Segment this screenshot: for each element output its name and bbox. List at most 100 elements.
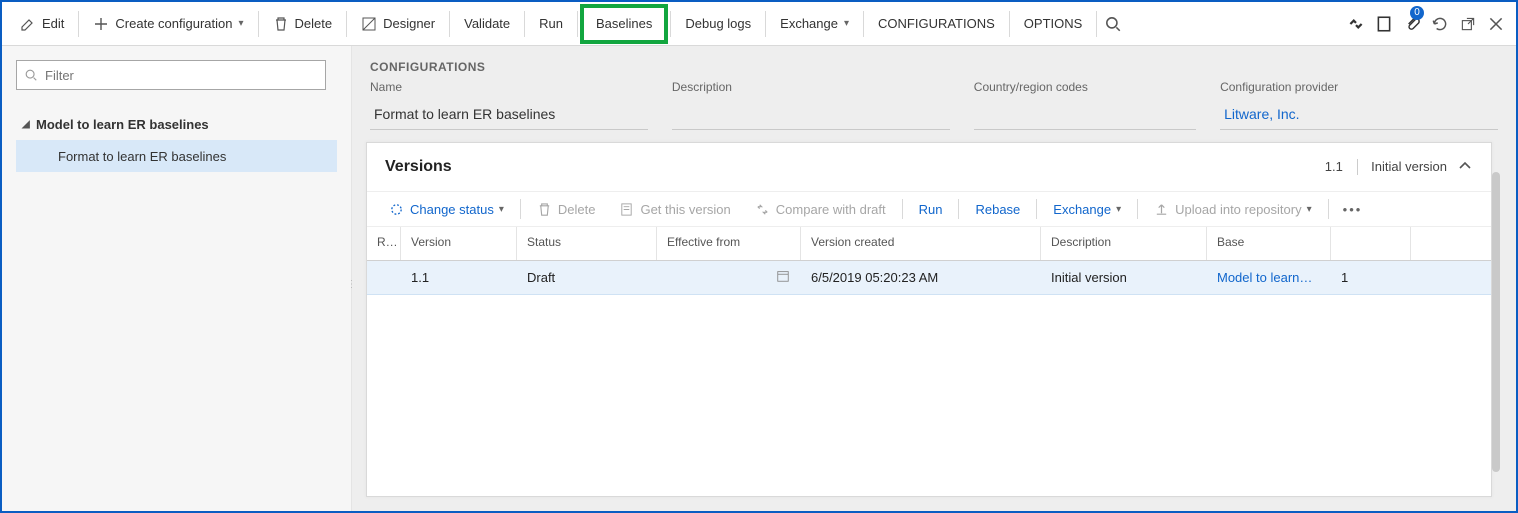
version-delete-label: Delete (558, 202, 596, 217)
collapse-button[interactable] (1457, 158, 1473, 177)
office-icon (1375, 15, 1393, 33)
version-exchange-label: Exchange (1053, 202, 1111, 217)
version-delete-button[interactable]: Delete (527, 191, 606, 227)
popout-button[interactable] (1454, 2, 1482, 46)
compare-button[interactable]: Compare with draft (745, 191, 896, 227)
filter-input[interactable] (16, 60, 326, 90)
refresh-button[interactable] (1426, 2, 1454, 46)
configurations-tab[interactable]: CONFIGURATIONS (866, 2, 1007, 46)
versions-summary: 1.1 Initial version (1325, 159, 1447, 176)
separator (520, 199, 521, 219)
close-button[interactable] (1482, 2, 1510, 46)
value-name[interactable]: Format to learn ER baselines (370, 98, 648, 130)
validate-label: Validate (464, 16, 510, 31)
calendar-icon[interactable] (776, 269, 790, 286)
separator (78, 11, 79, 37)
configurations-label: CONFIGURATIONS (878, 16, 995, 31)
separator (902, 199, 903, 219)
validate-button[interactable]: Validate (452, 2, 522, 46)
col-status[interactable]: Status (517, 227, 657, 260)
version-run-button[interactable]: Run (909, 191, 953, 227)
link-icon-button[interactable] (1342, 2, 1370, 46)
get-version-button[interactable]: Get this version (609, 191, 740, 227)
rebase-button[interactable]: Rebase (965, 191, 1030, 227)
label-description: Description (672, 80, 950, 94)
separator (1036, 199, 1037, 219)
upload-icon (1154, 202, 1169, 217)
col-version[interactable]: Version (401, 227, 517, 260)
cell-rev (367, 261, 401, 294)
versions-summary-desc: Initial version (1371, 159, 1447, 174)
note-icon (619, 202, 634, 217)
more-actions-button[interactable]: ••• (1335, 202, 1371, 217)
separator (670, 11, 671, 37)
versions-toolbar: Change status ▾ Delete Get this version (367, 191, 1491, 227)
grid-header-row: R… Version Status Effective from Version… (367, 227, 1491, 261)
separator (346, 11, 347, 37)
field-name: Name Format to learn ER baselines (370, 80, 648, 130)
separator (765, 11, 766, 37)
field-provider: Configuration provider Litware, Inc. (1220, 80, 1498, 130)
link-icon (1347, 15, 1365, 33)
office-icon-button[interactable] (1370, 2, 1398, 46)
cell-created: 6/5/2019 05:20:23 AM (801, 261, 1041, 294)
options-button[interactable]: OPTIONS (1012, 2, 1095, 46)
col-rev[interactable]: R… (367, 227, 401, 260)
tree-node-root[interactable]: ◢ Model to learn ER baselines (16, 108, 337, 140)
cell-base-ver: 1 (1331, 261, 1411, 294)
baselines-label: Baselines (596, 16, 652, 31)
scrollbar[interactable] (1492, 142, 1502, 497)
trash-icon (273, 16, 289, 32)
col-created[interactable]: Version created (801, 227, 1041, 260)
separator (258, 11, 259, 37)
cell-version: 1.1 (401, 261, 517, 294)
separator (1137, 199, 1138, 219)
chevron-down-icon: ▾ (499, 204, 504, 215)
separator (577, 11, 578, 37)
designer-label: Designer (383, 16, 435, 31)
versions-summary-version: 1.1 (1325, 159, 1343, 174)
exchange-button[interactable]: Exchange ▾ (768, 2, 861, 46)
col-base[interactable]: Base (1207, 227, 1331, 260)
upload-button[interactable]: Upload into repository ▾ (1144, 191, 1322, 227)
col-effective[interactable]: Effective from (657, 227, 801, 260)
config-fields: Name Format to learn ER baselines Descri… (352, 74, 1516, 138)
chevron-down-icon: ▾ (844, 18, 849, 29)
change-status-button[interactable]: Change status ▾ (379, 191, 514, 227)
versions-header: Versions 1.1 Initial version (367, 143, 1491, 191)
search-button[interactable] (1099, 2, 1127, 46)
separator (863, 11, 864, 37)
create-configuration-button[interactable]: Create configuration ▾ (81, 2, 255, 46)
cell-base[interactable]: Model to learn… (1207, 261, 1331, 294)
create-configuration-label: Create configuration (115, 16, 232, 31)
compare-icon (755, 202, 770, 217)
col-base-ver[interactable] (1331, 227, 1411, 260)
edit-label: Edit (42, 16, 64, 31)
chevron-down-icon: ▾ (1307, 204, 1312, 215)
value-description[interactable] (672, 98, 950, 130)
popout-icon (1459, 15, 1477, 33)
run-button[interactable]: Run (527, 2, 575, 46)
search-icon (24, 68, 38, 82)
edit-button[interactable]: Edit (8, 2, 76, 46)
designer-button[interactable]: Designer (349, 2, 447, 46)
attachments-button[interactable]: 0 (1398, 2, 1426, 46)
refresh-icon (1431, 15, 1449, 33)
baselines-button[interactable]: Baselines (580, 4, 668, 44)
top-toolbar: Edit Create configuration ▾ Delete Desig… (2, 2, 1516, 46)
cell-description: Initial version (1041, 261, 1207, 294)
cell-effective[interactable] (657, 261, 801, 294)
debug-logs-button[interactable]: Debug logs (673, 2, 763, 46)
cell-status: Draft (517, 261, 657, 294)
col-description[interactable]: Description (1041, 227, 1207, 260)
version-exchange-button[interactable]: Exchange ▾ (1043, 191, 1131, 227)
get-version-label: Get this version (640, 202, 730, 217)
table-row[interactable]: 1.1 Draft 6/5/2019 05:20:23 AM Initial v… (367, 261, 1491, 295)
value-country[interactable] (974, 98, 1196, 130)
debug-logs-label: Debug logs (685, 16, 751, 31)
tree-node-child[interactable]: Format to learn ER baselines (16, 140, 337, 172)
chevron-down-icon: ▾ (238, 18, 243, 29)
delete-button[interactable]: Delete (261, 2, 345, 46)
value-provider[interactable]: Litware, Inc. (1220, 98, 1498, 130)
tree-node-root-label: Model to learn ER baselines (36, 117, 209, 132)
